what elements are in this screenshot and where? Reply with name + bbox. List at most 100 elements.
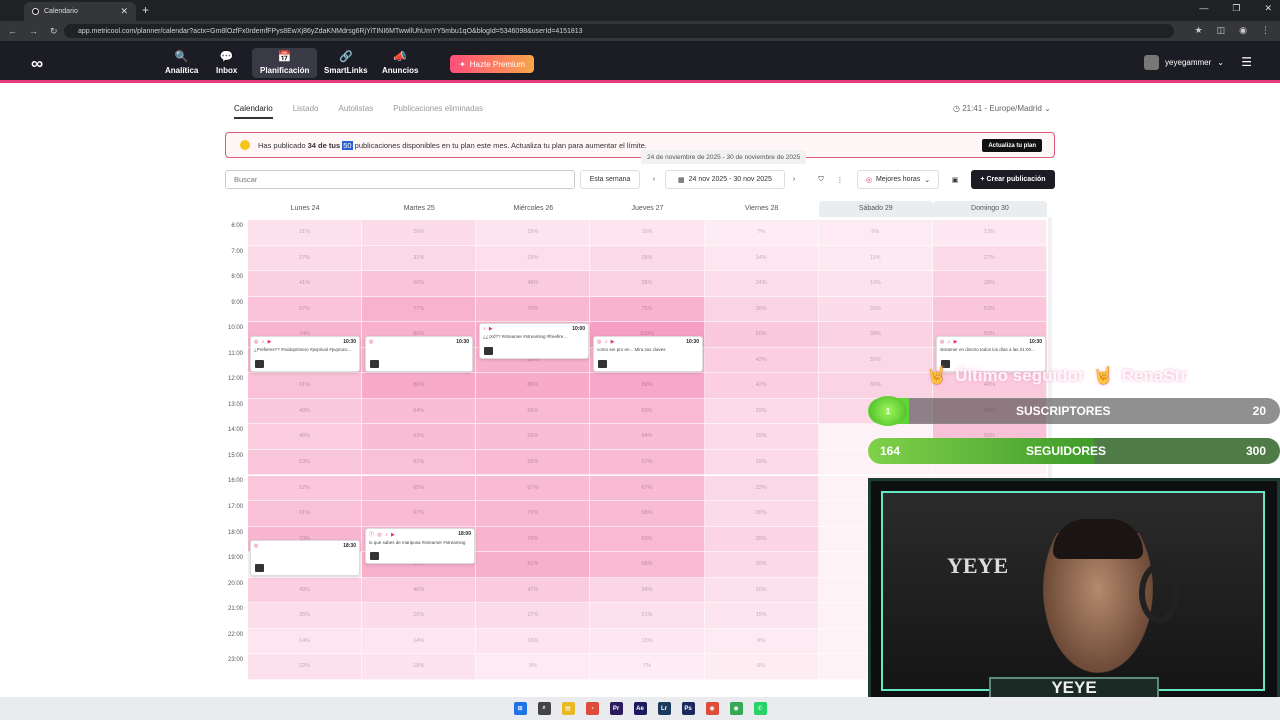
time-slot[interactable]: 41%: [248, 271, 363, 297]
time-slot[interactable]: 61%: [248, 373, 363, 399]
time-slot[interactable]: 36%: [704, 296, 819, 323]
reload-icon[interactable]: ↻: [50, 26, 58, 37]
time-slot[interactable]: 21%: [248, 220, 363, 246]
time-slot[interactable]: 43%: [248, 577, 363, 604]
time-slot[interactable]: 28%: [704, 501, 819, 527]
tab-listado[interactable]: Listado: [293, 104, 319, 119]
taskbar-app-icon[interactable]: Pr: [609, 702, 623, 715]
taskbar-app-icon[interactable]: ⌕: [537, 702, 551, 715]
time-slot[interactable]: 64%: [362, 398, 477, 425]
close-window-icon[interactable]: ✕: [1264, 3, 1272, 14]
time-slot[interactable]: 67%: [590, 475, 705, 502]
premium-button[interactable]: ✦ Hazte Premium: [450, 55, 534, 73]
best-hours-dropdown[interactable]: ◎ Mejores horas ⌄: [857, 170, 939, 189]
time-slot[interactable]: 27%: [932, 245, 1047, 272]
time-slot[interactable]: 53%: [932, 296, 1047, 323]
time-slot[interactable]: 29%: [704, 424, 819, 450]
time-slot[interactable]: 14%: [704, 245, 819, 272]
taskbar-app-icon[interactable]: ◔: [585, 702, 599, 715]
nav-inbox[interactable]: 💬 Inbox: [208, 48, 245, 78]
prev-week-icon[interactable]: ‹: [646, 170, 662, 189]
time-slot[interactable]: 25%: [248, 603, 363, 629]
nav-analitica[interactable]: 🔍 Analítica: [157, 48, 206, 78]
time-slot[interactable]: 26%: [818, 296, 933, 323]
hamburger-menu-icon[interactable]: ☰: [1241, 55, 1252, 69]
time-slot[interactable]: 53%: [248, 449, 363, 476]
time-slot[interactable]: 68%: [590, 501, 705, 527]
scheduled-post[interactable]: ♪ ▶ 10:00 ¿¿¡Xd?? #streamer #streaming #…: [479, 323, 589, 359]
time-slot[interactable]: 14%: [362, 628, 477, 655]
time-slot[interactable]: 47%: [476, 577, 591, 604]
gallery-icon[interactable]: ▣: [945, 170, 965, 189]
time-slot[interactable]: 76%: [476, 526, 591, 553]
more-icon[interactable]: ⋮: [1261, 25, 1270, 36]
time-slot[interactable]: 66%: [476, 398, 591, 425]
forward-icon[interactable]: →: [29, 26, 38, 37]
time-slot[interactable]: 22%: [248, 654, 363, 680]
time-slot[interactable]: 7%: [704, 220, 819, 246]
time-slot[interactable]: 16%: [476, 628, 591, 655]
nav-smartlinks[interactable]: 🔗 SmartLinks: [316, 48, 376, 78]
time-slot[interactable]: 28%: [590, 245, 705, 272]
taskbar-app-icon[interactable]: ✆: [753, 702, 767, 715]
user-menu[interactable]: yeyegammer ⌄: [1144, 55, 1224, 70]
scheduled-post[interactable]: ◎ ♪ ▶ 10:30 ¿Prefieres?? #ruidoprimero #…: [250, 336, 360, 372]
time-slot[interactable]: 61%: [362, 449, 477, 476]
time-slot[interactable]: 29%: [704, 449, 819, 476]
time-slot[interactable]: 9%: [704, 628, 819, 655]
time-slot[interactable]: 46%: [248, 424, 363, 450]
scheduled-post[interactable]: ◎ 18:30: [250, 540, 360, 576]
time-slot[interactable]: 15%: [704, 603, 819, 629]
new-tab-icon[interactable]: +: [142, 3, 149, 17]
time-slot[interactable]: 15%: [476, 220, 591, 246]
time-slot[interactable]: 67%: [476, 475, 591, 502]
time-slot[interactable]: 70%: [476, 501, 591, 527]
time-slot[interactable]: 49%: [248, 398, 363, 425]
time-slot[interactable]: 77%: [362, 296, 477, 323]
time-slot[interactable]: 19%: [818, 271, 933, 297]
time-slot[interactable]: 14%: [248, 628, 363, 655]
maximize-icon[interactable]: ❐: [1232, 3, 1240, 14]
scheduled-post[interactable]: ◎ 10:30: [365, 336, 473, 372]
timezone-selector[interactable]: ◷ 21:41 - Europe/Madrid ⌄: [953, 104, 1051, 113]
star-icon[interactable]: ★: [1195, 25, 1203, 36]
time-slot[interactable]: 38%: [818, 322, 933, 348]
time-slot[interactable]: 56%: [362, 271, 477, 297]
next-week-icon[interactable]: ›: [786, 170, 802, 189]
time-slot[interactable]: 27%: [476, 603, 591, 629]
tab-publicaciones-eliminadas[interactable]: Publicaciones eliminadas: [393, 104, 483, 119]
time-slot[interactable]: 35%: [704, 526, 819, 553]
time-slot[interactable]: 27%: [248, 245, 363, 272]
time-slot[interactable]: 52%: [248, 475, 363, 502]
extensions-icon[interactable]: ◫: [1217, 25, 1226, 36]
scheduled-post[interactable]: ⓕ ◎ ♪ ▶ 18:00 lo que sabes de mariposa #…: [365, 528, 475, 564]
time-slot[interactable]: 48%: [476, 271, 591, 297]
tab-autolistas[interactable]: Autolistas: [339, 104, 374, 119]
time-slot[interactable]: 26%: [362, 220, 477, 246]
time-slot[interactable]: 42%: [704, 347, 819, 374]
time-slot[interactable]: 20%: [704, 577, 819, 604]
time-slot[interactable]: 31%: [362, 245, 477, 272]
time-slot[interactable]: 81%: [476, 552, 591, 578]
time-slot[interactable]: 67%: [590, 449, 705, 476]
time-slot[interactable]: 18%: [362, 654, 477, 680]
time-slot[interactable]: 24%: [704, 271, 819, 297]
scheduled-post[interactable]: ◎ ♪ ▶ 10:30 como ser pro en... Mira sus …: [593, 336, 703, 372]
time-slot[interactable]: 64%: [590, 424, 705, 450]
time-slot[interactable]: 29%: [704, 398, 819, 425]
time-slot[interactable]: 63%: [362, 424, 477, 450]
tab-calendario[interactable]: Calendario: [234, 104, 273, 119]
taskbar-app-icon[interactable]: ◉: [729, 702, 743, 715]
time-slot[interactable]: 50%: [704, 322, 819, 348]
time-slot[interactable]: 67%: [362, 501, 477, 527]
time-slot[interactable]: 16%: [590, 220, 705, 246]
date-range-button[interactable]: ▦ 24 nov 2025 - 30 nov 2025: [665, 170, 785, 189]
nav-anuncios[interactable]: 📣 Anuncios: [374, 48, 426, 78]
taskbar-app-icon[interactable]: Ps: [681, 702, 695, 715]
taskbar-app-icon[interactable]: Ae: [633, 702, 647, 715]
time-slot[interactable]: 26%: [362, 603, 477, 629]
minimize-icon[interactable]: —: [1199, 3, 1208, 14]
time-slot[interactable]: 68%: [590, 552, 705, 578]
time-slot[interactable]: 38%: [590, 271, 705, 297]
time-slot[interactable]: 32%: [818, 347, 933, 374]
